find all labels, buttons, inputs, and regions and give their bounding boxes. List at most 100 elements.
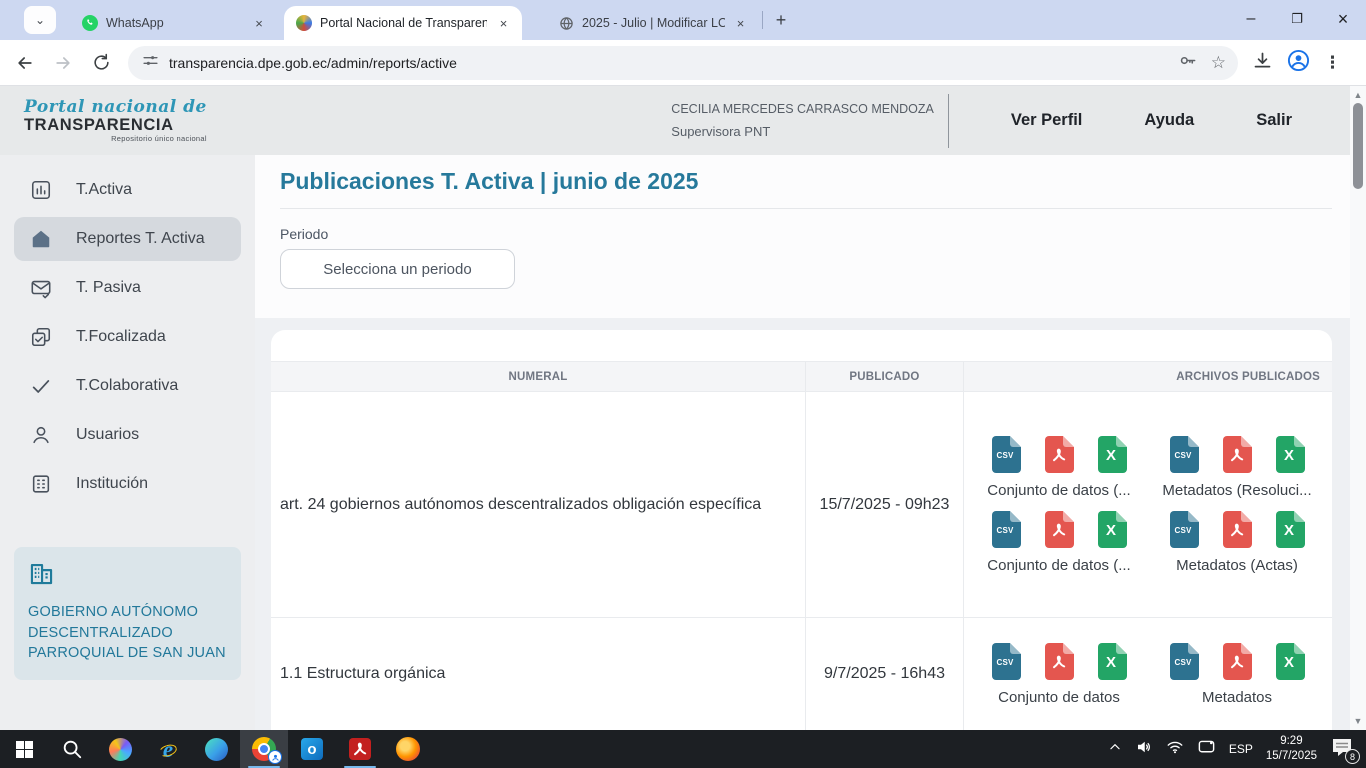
logo-line2: TRANSPARENCIA [24,117,207,134]
whatsapp-icon [82,15,98,31]
language-indicator[interactable]: ESP [1229,742,1253,756]
tab-search-chevron-icon[interactable]: ⌄ [24,6,56,34]
bookmark-star-icon[interactable]: ☆ [1211,53,1226,73]
period-select[interactable]: Selecciona un periodo [280,249,515,289]
file-group-label: Conjunto de datos [998,689,1120,706]
help-button[interactable]: Ayuda [1144,111,1194,130]
desktop: ⌄ WhatsApp × Portal Nacional de Transpar… [0,0,1366,768]
excel-file-icon[interactable]: X [1275,511,1305,548]
pdf-file-icon[interactable] [1222,511,1252,548]
new-tab-button[interactable]: + [767,6,795,34]
volume-icon[interactable] [1135,738,1153,761]
csv-file-icon[interactable]: CSV [991,511,1021,548]
pdf-file-icon[interactable] [1044,643,1074,680]
url-text[interactable]: transparencia.dpe.gob.ec/admin/reports/a… [169,55,1178,71]
edge-button[interactable] [192,730,240,768]
csv-file-icon[interactable]: CSV [991,436,1021,473]
sidebar-item-t-pasiva[interactable]: T. Pasiva [14,263,241,312]
taskbar-search-button[interactable] [48,730,96,768]
sidebar-item-t-activa[interactable]: T.Activa [14,165,241,214]
column-header-publicado: PUBLICADO [805,362,963,391]
logout-button[interactable]: Salir [1256,111,1292,130]
scroll-up-icon[interactable]: ▲ [1350,90,1366,100]
firefox-button[interactable] [384,730,432,768]
firefox-icon [396,737,420,761]
copilot-icon [109,738,132,761]
internet-explorer-icon: e [163,738,173,761]
windows-logo-icon [16,741,33,758]
site-info-icon[interactable] [142,52,159,74]
sidebar-item-t-colaborativa[interactable]: T.Colaborativa [14,361,241,410]
csv-file-icon[interactable]: CSV [1169,511,1199,548]
wifi-icon[interactable] [1166,738,1184,761]
copilot-button[interactable] [96,730,144,768]
page-scrollbar[interactable]: ▲ ▼ [1350,86,1366,730]
view-profile-button[interactable]: Ver Perfil [1011,111,1083,130]
sidebar-item-reportes-t-activa[interactable]: Reportes T. Activa [14,217,241,261]
chrome-profile-badge [268,750,282,764]
csv-file-icon[interactable]: CSV [991,643,1021,680]
csv-file-icon[interactable]: CSV [1169,436,1199,473]
app-header: Portal nacional de TRANSPARENCIA Reposit… [0,86,1366,155]
scroll-down-icon[interactable]: ▼ [1350,716,1366,726]
excel-file-icon[interactable]: X [1097,436,1127,473]
user-name: CECILIA MERCEDES CARRASCO MENDOZA [671,103,934,116]
user-icon [30,424,52,446]
pdf-file-icon[interactable] [1222,643,1252,680]
window-controls: – ❐ × [1228,0,1366,40]
browser-menu-icon[interactable]: ⋮ [1324,53,1341,73]
sidebar: T.Activa Reportes T. Activa T. Pasiva T.… [0,155,255,730]
clock[interactable]: 9:29 15/7/2025 [1266,734,1317,764]
start-button[interactable] [0,730,48,768]
outlook-button[interactable]: o [288,730,336,768]
acrobat-button[interactable] [336,730,384,768]
globe-icon [558,15,574,31]
sidebar-item-institucion[interactable]: Institución [14,459,241,508]
scrollbar-thumb[interactable] [1353,103,1363,189]
file-group: CSV X Metadatos (Actas) [1148,511,1326,574]
csv-file-icon[interactable]: CSV [1169,643,1199,680]
toolbar-right: ⋮ [1252,49,1341,77]
tab-title: 2025 - Julio | Modificar LOTAIP [582,16,725,30]
tab-whatsapp[interactable]: WhatsApp × [70,6,278,40]
downloads-icon[interactable] [1252,50,1273,76]
close-window-button[interactable]: × [1320,0,1366,38]
forward-icon[interactable] [46,46,80,80]
close-tab-icon[interactable]: × [733,14,748,32]
excel-file-icon[interactable]: X [1275,436,1305,473]
notifications-button[interactable]: 8 [1330,737,1356,761]
restore-window-button[interactable]: ❐ [1274,0,1320,38]
pdf-file-icon[interactable] [1222,436,1252,473]
back-icon[interactable] [8,46,42,80]
excel-file-icon[interactable]: X [1097,643,1127,680]
files-cell: CSV X Conjunto de datos (... CSV X [963,392,1332,617]
close-tab-icon[interactable]: × [250,14,268,32]
pdf-file-icon[interactable] [1044,436,1074,473]
sidebar-item-t-focalizada[interactable]: T.Focalizada [14,312,241,361]
url-bar[interactable]: transparencia.dpe.gob.ec/admin/reports/a… [128,46,1238,80]
organization-card[interactable]: GOBIERNO AUTÓNOMO DESCENTRALIZADO PARROQ… [14,547,241,680]
internet-explorer-button[interactable]: e [144,730,192,768]
user-block: CECILIA MERCEDES CARRASCO MENDOZA Superv… [671,103,934,138]
sidebar-item-label: T.Activa [76,181,132,199]
sidebar-item-usuarios[interactable]: Usuarios [14,410,241,459]
password-key-icon[interactable] [1178,51,1197,75]
browser-toolbar: transparencia.dpe.gob.ec/admin/reports/a… [0,40,1366,86]
chrome-button[interactable] [240,730,288,768]
card-toolbar-strip [271,330,1332,361]
table-row: art. 24 gobiernos autónomos descentraliz… [271,392,1332,618]
excel-file-icon[interactable]: X [1275,643,1305,680]
reload-icon[interactable] [84,46,118,80]
close-tab-icon[interactable]: × [495,14,512,32]
profile-avatar-icon[interactable] [1287,49,1310,77]
pdf-file-icon[interactable] [1044,511,1074,548]
minimize-window-button[interactable]: – [1228,0,1274,38]
tray-chevron-up-icon[interactable] [1108,740,1122,759]
tab-lotaip[interactable]: 2025 - Julio | Modificar LOTAIP × [546,6,758,40]
excel-file-icon[interactable]: X [1097,511,1127,548]
tab-portal-active[interactable]: Portal Nacional de Transparenci × [284,6,522,40]
date: 15/7/2025 [1266,749,1317,764]
file-group: CSV X Metadatos (Resoluci... [1148,436,1326,499]
portal-favicon-icon [296,15,312,31]
connect-display-icon[interactable] [1197,739,1216,760]
